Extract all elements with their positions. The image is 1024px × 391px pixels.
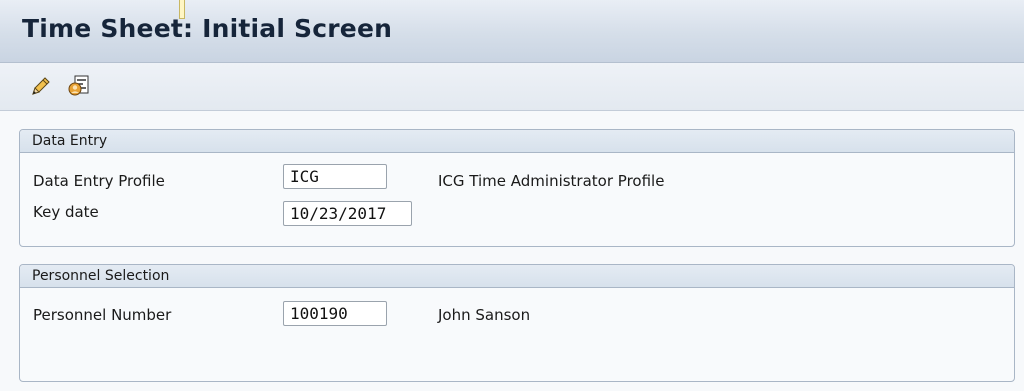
page-title: Time Sheet: Initial Screen	[22, 14, 393, 43]
profile-settings-icon[interactable]	[66, 74, 90, 98]
data-entry-group-title: Data Entry	[20, 130, 1014, 153]
application-toolbar	[0, 63, 1024, 111]
personnel-name: John Sanson	[438, 306, 531, 324]
personnel-number-label: Personnel Number	[33, 306, 172, 324]
text-cursor-marker	[179, 0, 185, 19]
data-entry-profile-field[interactable]: ICG	[283, 164, 387, 189]
data-entry-profile-description: ICG Time Administrator Profile	[438, 172, 665, 190]
data-entry-profile-label: Data Entry Profile	[33, 172, 165, 190]
personnel-selection-group: Personnel Selection Personnel Number 100…	[19, 264, 1015, 382]
pencil-icon[interactable]	[29, 74, 53, 98]
data-entry-group: Data Entry Data Entry Profile ICG ICG Ti…	[19, 129, 1015, 247]
title-bar: Time Sheet: Initial Screen	[0, 0, 1024, 63]
key-date-field[interactable]: 10/23/2017	[283, 201, 412, 226]
personnel-number-field[interactable]: 100190	[283, 301, 387, 326]
key-date-label: Key date	[33, 203, 99, 221]
personnel-selection-group-title: Personnel Selection	[20, 265, 1014, 288]
